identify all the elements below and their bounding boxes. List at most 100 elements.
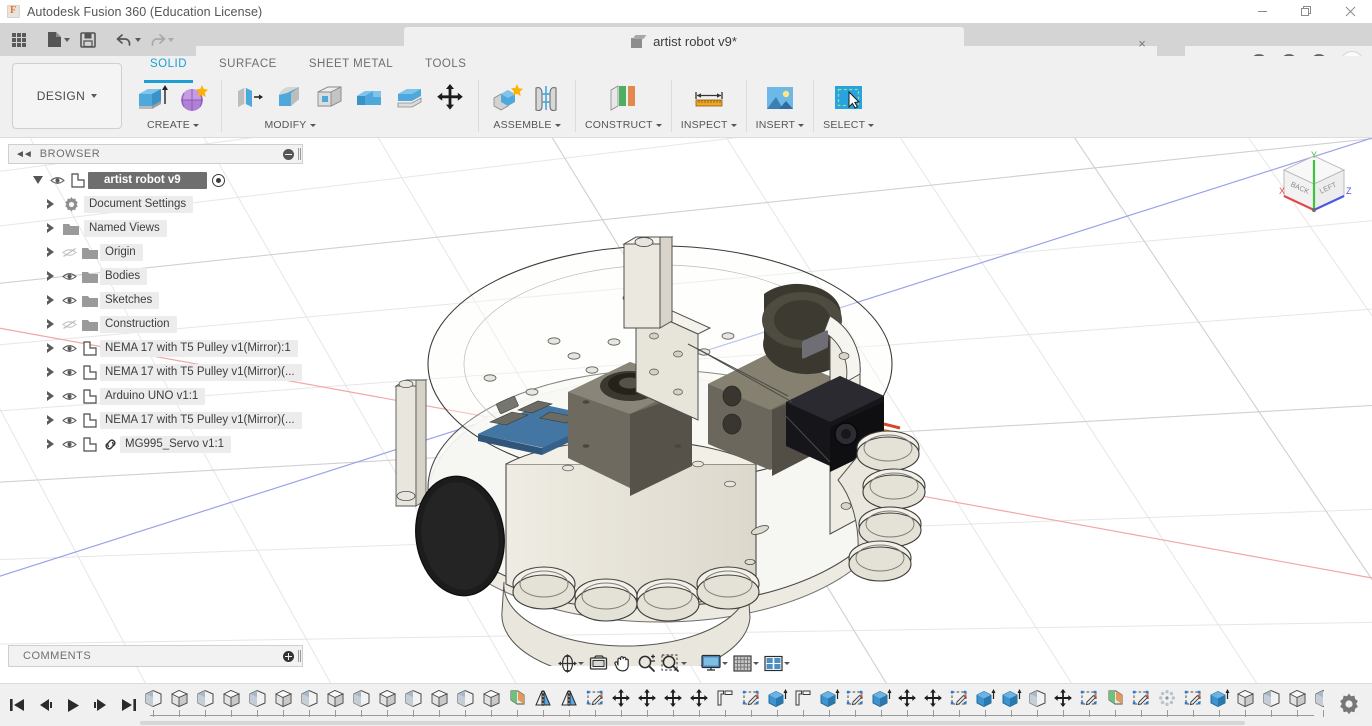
tab-tools[interactable]: TOOLS xyxy=(409,58,482,78)
show-data-panel-button[interactable] xyxy=(6,27,32,53)
timeline-feature[interactable] xyxy=(738,686,764,718)
panel-create-label[interactable]: CREATE xyxy=(147,118,199,132)
panel-resize-grip[interactable] xyxy=(298,650,299,662)
close-document-tab-button[interactable]: × xyxy=(1134,35,1150,51)
timeline-feature[interactable] xyxy=(608,686,634,718)
orbit-tool-button[interactable] xyxy=(556,651,586,675)
select-window-icon[interactable] xyxy=(830,79,868,117)
timeline-scrollbar[interactable] xyxy=(140,720,1324,725)
expand-arrow-icon[interactable] xyxy=(42,336,58,360)
visibility-eye-icon[interactable] xyxy=(58,408,80,432)
tab-solid[interactable]: SOLID xyxy=(134,58,203,78)
timeline-feature[interactable] xyxy=(244,686,270,718)
visibility-eye-icon[interactable] xyxy=(58,288,80,312)
timeline-feature[interactable] xyxy=(556,686,582,718)
grid-snaps-button[interactable] xyxy=(731,651,761,675)
step-back-button[interactable] xyxy=(32,692,58,718)
timeline-feature[interactable] xyxy=(530,686,556,718)
timeline-feature[interactable] xyxy=(660,686,686,718)
timeline-feature[interactable] xyxy=(426,686,452,718)
redo-button[interactable] xyxy=(146,27,177,53)
timeline-feature[interactable] xyxy=(400,686,426,718)
timeline-feature[interactable] xyxy=(1258,686,1284,718)
timeline-feature[interactable] xyxy=(868,686,894,718)
comments-panel[interactable]: COMMENTS xyxy=(8,645,303,667)
browser-item-construction[interactable]: Construction xyxy=(8,312,303,336)
activate-component-radio[interactable] xyxy=(212,174,225,187)
save-button[interactable] xyxy=(75,27,101,53)
viewport-canvas[interactable]: ◄◄ BROWSER xyxy=(0,138,1372,683)
zoom-window-button[interactable] xyxy=(659,651,689,675)
document-tab[interactable]: artist robot v9* xyxy=(404,27,964,56)
visibility-eye-icon[interactable] xyxy=(58,384,80,408)
timeline-feature[interactable] xyxy=(1024,686,1050,718)
panel-insert-label[interactable]: INSERT xyxy=(756,118,805,132)
fillet-icon[interactable] xyxy=(271,79,309,117)
panel-select-label[interactable]: SELECT xyxy=(823,118,874,132)
browser-root-row[interactable]: artist robot v9 xyxy=(8,168,303,192)
offset-plane-icon[interactable] xyxy=(604,79,642,117)
file-menu-button[interactable] xyxy=(44,27,73,53)
browser-item-named-views[interactable]: Named Views xyxy=(8,216,303,240)
move-copy-icon[interactable] xyxy=(431,79,469,117)
timeline-feature[interactable] xyxy=(374,686,400,718)
timeline-feature[interactable] xyxy=(998,686,1024,718)
timeline-feature[interactable] xyxy=(1102,686,1128,718)
browser-item-nema17-3[interactable]: NEMA 17 with T5 Pulley v1(Mirror)(... xyxy=(8,408,303,432)
insert-image-icon[interactable] xyxy=(761,79,799,117)
timeline-feature[interactable] xyxy=(686,686,712,718)
browser-item-mg995-servo[interactable]: MG995_Servo v1:1 xyxy=(8,432,303,456)
visibility-eye-icon[interactable] xyxy=(46,168,68,192)
flange-icon[interactable] xyxy=(351,79,389,117)
browser-item-document-settings[interactable]: Document Settings xyxy=(8,192,303,216)
timeline-feature[interactable] xyxy=(634,686,660,718)
extrude-icon[interactable] xyxy=(134,79,172,117)
timeline-feature[interactable] xyxy=(790,686,816,718)
expand-arrow-icon[interactable] xyxy=(42,288,58,312)
collapse-left-icon[interactable]: ◄◄ xyxy=(15,149,31,160)
expand-arrow-icon[interactable] xyxy=(42,264,58,288)
close-window-button[interactable] xyxy=(1328,0,1372,23)
visibility-eye-icon[interactable] xyxy=(58,360,80,384)
expand-arrow-icon[interactable] xyxy=(42,312,58,336)
circle-plus-icon[interactable] xyxy=(283,651,294,662)
timeline-feature[interactable] xyxy=(452,686,478,718)
timeline-feature[interactable] xyxy=(192,686,218,718)
timeline-feature[interactable] xyxy=(1154,686,1180,718)
timeline-feature[interactable] xyxy=(1076,686,1102,718)
offset-face-icon[interactable] xyxy=(391,79,429,117)
joint-icon[interactable] xyxy=(528,79,566,117)
browser-item-sketches[interactable]: Sketches xyxy=(8,288,303,312)
timeline-feature[interactable] xyxy=(1180,686,1206,718)
visibility-eye-icon[interactable] xyxy=(58,336,80,360)
timeline-feature[interactable] xyxy=(1050,686,1076,718)
go-to-beginning-button[interactable] xyxy=(4,692,30,718)
restore-button[interactable] xyxy=(1284,0,1328,23)
panel-construct-label[interactable]: CONSTRUCT xyxy=(585,118,662,132)
timeline-feature[interactable] xyxy=(270,686,296,718)
timeline-feature[interactable] xyxy=(140,686,166,718)
timeline-feature[interactable] xyxy=(296,686,322,718)
browser-item-origin[interactable]: Origin xyxy=(8,240,303,264)
timeline-feature[interactable] xyxy=(894,686,920,718)
timeline-feature[interactable] xyxy=(218,686,244,718)
expand-arrow-icon[interactable] xyxy=(42,360,58,384)
expand-arrow-icon[interactable] xyxy=(42,432,58,456)
new-component-icon[interactable] xyxy=(488,79,526,117)
viewports-button[interactable] xyxy=(762,651,792,675)
expand-arrow-icon[interactable] xyxy=(42,408,58,432)
timeline-feature[interactable] xyxy=(712,686,738,718)
tab-sheet-metal[interactable]: SHEET METAL xyxy=(293,58,409,78)
panel-assemble-label[interactable]: ASSEMBLE xyxy=(493,118,560,132)
expand-arrow-icon[interactable] xyxy=(42,384,58,408)
panel-modify-label[interactable]: MODIFY xyxy=(264,118,315,132)
timeline-feature[interactable] xyxy=(1284,686,1310,718)
create-form-icon[interactable] xyxy=(174,79,212,117)
browser-item-nema17-1[interactable]: NEMA 17 with T5 Pulley v1(Mirror):1 xyxy=(8,336,303,360)
timeline-feature[interactable] xyxy=(972,686,998,718)
workspace-switcher-button[interactable]: DESIGN xyxy=(12,63,122,129)
step-forward-button[interactable] xyxy=(88,692,114,718)
minimize-button[interactable] xyxy=(1240,0,1284,23)
timeline-feature[interactable] xyxy=(1206,686,1232,718)
timeline-feature[interactable] xyxy=(842,686,868,718)
